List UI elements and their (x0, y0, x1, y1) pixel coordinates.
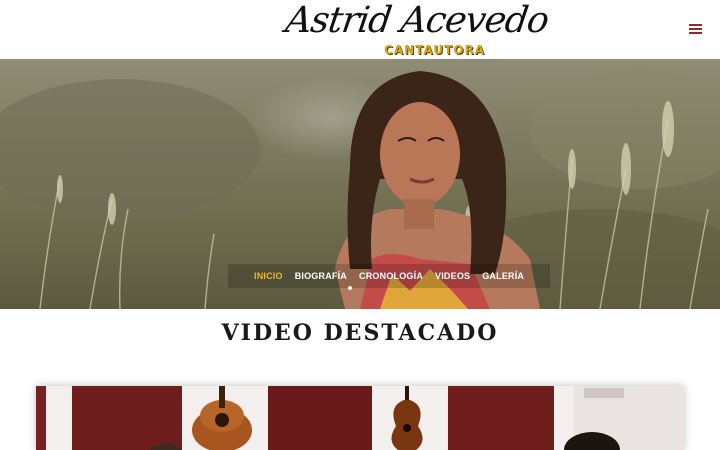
hero-slider: INICIO BIOGRAFÍA CRONOLOGÍA VIDEOS GALER… (0, 59, 720, 309)
nav-item-galeria[interactable]: GALERÍA (482, 271, 524, 281)
slider-dots (348, 286, 352, 290)
slider-dot[interactable] (348, 286, 352, 290)
logo-name: Astrid Acevedo (283, 0, 551, 41)
section-title: VIDEO DESTACADO (221, 320, 499, 346)
nav-item-videos[interactable]: VIDEOS (435, 271, 470, 281)
site-header: Astrid Acevedo CANTAUTORA (0, 0, 720, 59)
nav-item-inicio[interactable]: INICIO (254, 271, 283, 281)
site-logo[interactable]: Astrid Acevedo CANTAUTORA (282, 0, 551, 59)
nav-item-cronologia[interactable]: CRONOLOGÍA (359, 271, 423, 281)
main-nav: INICIO BIOGRAFÍA CRONOLOGÍA VIDEOS GALER… (228, 264, 551, 288)
video-thumbnail (36, 386, 684, 450)
nav-item-biografia[interactable]: BIOGRAFÍA (295, 271, 347, 281)
hamburger-menu-icon[interactable] (689, 24, 702, 34)
featured-video[interactable] (36, 386, 684, 450)
logo-tagline: CANTAUTORA (384, 43, 485, 57)
